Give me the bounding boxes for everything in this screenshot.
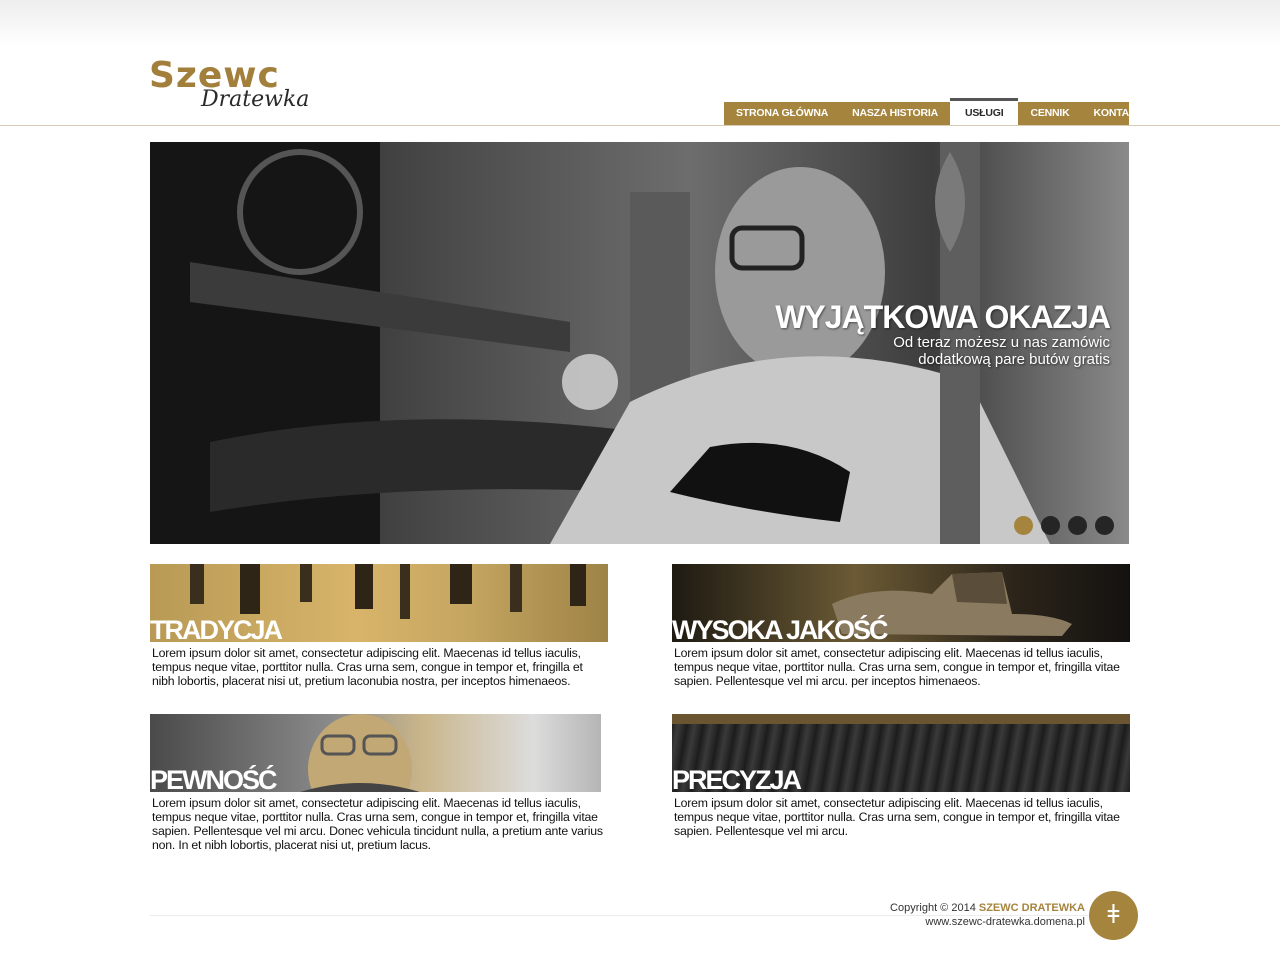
feature-text: Lorem ipsum dolor sit amet, consectetur … xyxy=(152,646,583,688)
slider-dot[interactable] xyxy=(1014,516,1033,535)
slider-dot[interactable] xyxy=(1095,516,1114,535)
soles-top-strip xyxy=(672,714,1130,724)
hero-slider: WYJĄTKOWA OKAZJA Od teraz możesz u nas z… xyxy=(150,142,1129,544)
footer-copyright: Copyright © 2014 SZEWC DRATEWKA www.szew… xyxy=(890,901,1085,929)
nav-item-services[interactable]: USŁUGI xyxy=(949,98,1019,125)
header-divider xyxy=(0,125,1280,126)
slider-dot[interactable] xyxy=(1041,516,1060,535)
footer-brand: SZEWC DRATEWKA xyxy=(978,902,1085,914)
feature-text: Lorem ipsum dolor sit amet, consectetur … xyxy=(674,796,1120,838)
feature-image-shoe: WYSOKA JAKOŚĆ xyxy=(672,564,1130,642)
feature-image-craftsman: PEWNOŚĆ xyxy=(150,714,601,792)
slider-dot[interactable] xyxy=(1068,516,1087,535)
hero-title: WYJĄTKOWA OKAZJA xyxy=(775,299,1111,335)
feature-card-tradition: TRADYCJA Lorem ipsum dolor sit amet, con… xyxy=(150,564,608,688)
nav-item-contact[interactable]: KONTAKT xyxy=(1082,102,1155,125)
logo-sub-text: Dratewka xyxy=(201,87,310,112)
feature-title: TRADYCJA xyxy=(150,615,283,642)
feature-card-quality: WYSOKA JAKOŚĆ Lorem ipsum dolor sit amet… xyxy=(672,564,1130,688)
slider-pagination xyxy=(1014,516,1114,535)
feature-card-precision: PRECYZJA Lorem ipsum dolor sit amet, con… xyxy=(672,714,1130,838)
feature-text: Lorem ipsum dolor sit amet, consectetur … xyxy=(152,796,603,852)
nav-item-home[interactable]: STRONA GŁÓWNA xyxy=(724,102,840,125)
feature-card-reliability: PEWNOŚĆ Lorem ipsum dolor sit amet, cons… xyxy=(150,714,608,852)
header-background xyxy=(0,0,1280,46)
footer-url-link[interactable]: www.szewc-dratewka.domena.pl xyxy=(925,916,1085,928)
copyright-text: Copyright © 2014 xyxy=(890,902,976,914)
feature-image-soles: PRECYZJA xyxy=(672,714,1130,792)
footer-logo-badge-icon: ǂ xyxy=(1089,891,1138,940)
hero-subtitle: Od teraz możesz u nas zamówic dodatkową … xyxy=(893,334,1110,368)
main-nav: STRONA GŁÓWNA NASZA HISTORIA USŁUGI CENN… xyxy=(724,98,1143,125)
feature-title: PEWNOŚĆ xyxy=(150,765,278,792)
feature-title: PRECYZJA xyxy=(672,765,802,792)
feature-image-tools: TRADYCJA xyxy=(150,564,608,642)
badge-glyph: ǂ xyxy=(1107,900,1120,930)
nav-item-pricing[interactable]: CENNIK xyxy=(1018,102,1081,125)
nav-item-history[interactable]: NASZA HISTORIA xyxy=(840,102,950,125)
site-logo[interactable]: Szewc Dratewka xyxy=(149,56,309,118)
feature-text: Lorem ipsum dolor sit amet, consectetur … xyxy=(674,646,1120,688)
feature-title: WYSOKA JAKOŚĆ xyxy=(672,615,889,642)
